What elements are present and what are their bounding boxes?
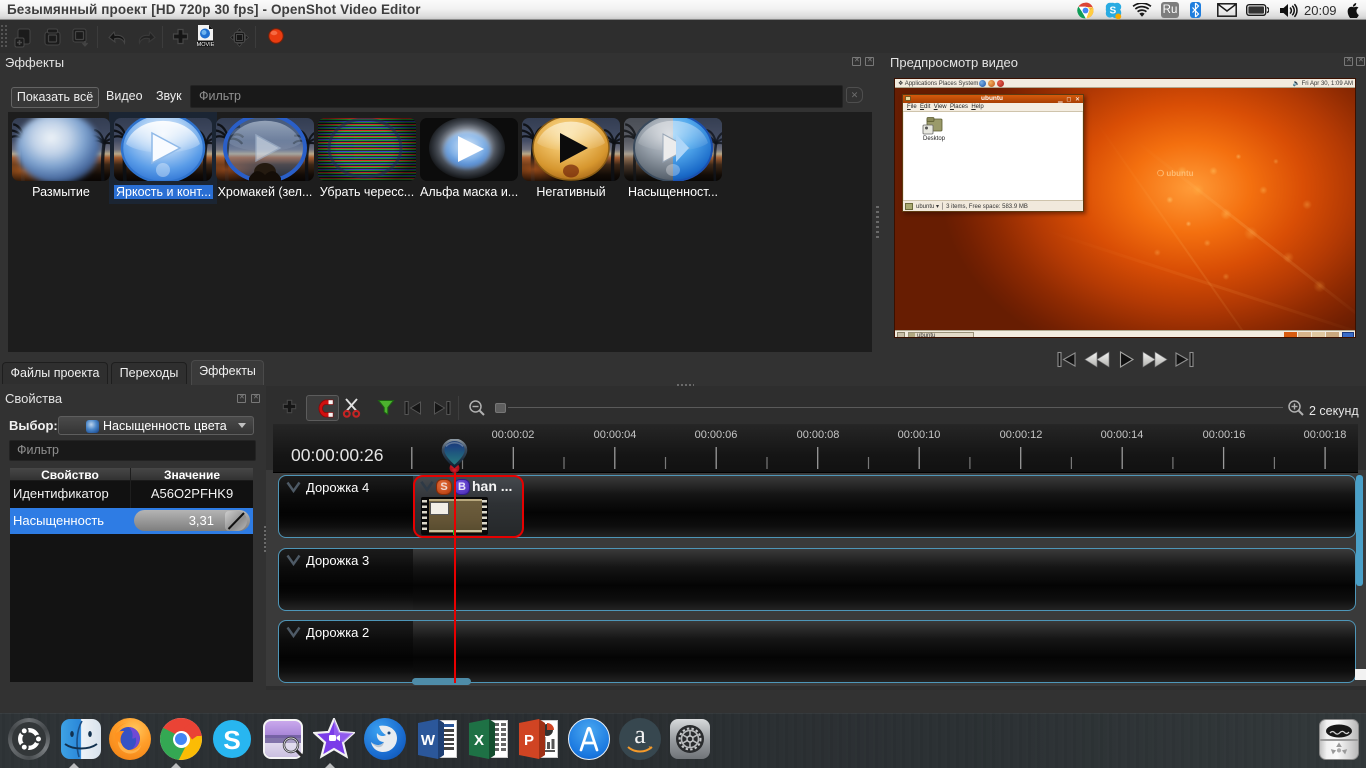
svg-text:S: S [223, 725, 241, 755]
svg-text:S: S [1110, 5, 1117, 16]
svg-text:W: W [421, 732, 436, 749]
svg-text:X: X [474, 732, 484, 749]
svg-text:MOVIE: MOVIE [197, 42, 214, 47]
svg-text:P: P [524, 732, 534, 749]
